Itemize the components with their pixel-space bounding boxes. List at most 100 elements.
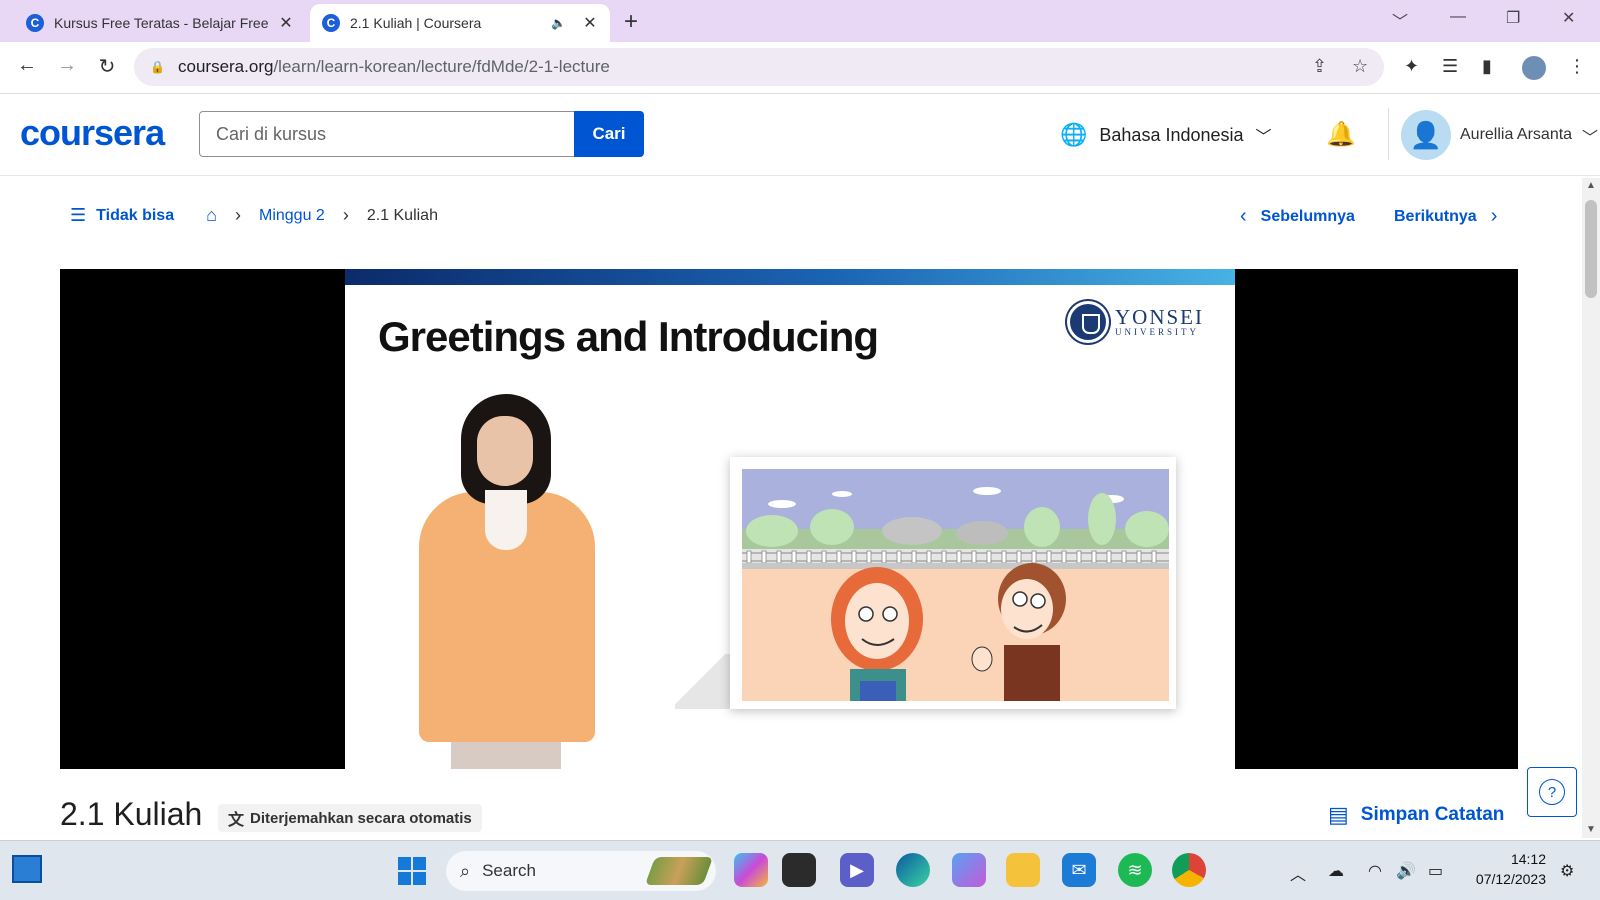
tab-search-chevron-icon[interactable]: ﹀ — [1392, 8, 1408, 32]
new-tab-button[interactable]: + — [624, 8, 638, 36]
chevron-right-icon: › — [342, 205, 349, 225]
slide-title: Greetings and Introducing — [378, 313, 879, 360]
coursera-favicon-icon: C — [26, 14, 44, 32]
save-notes-label: Simpan Catatan — [1360, 804, 1505, 825]
yonsei-logo: YONSEI UNIVERSITY — [1067, 301, 1204, 343]
chevron-right-icon: › — [234, 205, 241, 225]
tab-title: 2.1 Kuliah | Coursera — [350, 15, 482, 31]
page-scrollbar[interactable]: ▲ ▼ — [1582, 178, 1600, 838]
notifications-icon[interactable]: ⚙ — [1560, 861, 1574, 881]
browser-tab-lecture[interactable]: C 2.1 Kuliah | Coursera 🔈 ✕ — [310, 4, 610, 42]
home-icon[interactable]: ⌂ — [206, 205, 217, 226]
chevron-down-icon[interactable]: ﹀ — [1582, 124, 1598, 148]
lock-icon: 🔒 — [150, 60, 165, 74]
search-icon: ⌕ — [460, 860, 471, 881]
yonsei-seal-icon — [1067, 301, 1109, 343]
file-explorer-icon[interactable] — [1006, 853, 1040, 887]
logo-line-1: YONSEI — [1115, 305, 1204, 329]
bookmark-star-icon[interactable]: ☆ — [1352, 56, 1368, 77]
onedrive-cloud-icon[interactable]: ☁ — [1328, 861, 1344, 881]
speaker-icon[interactable]: 🔈 — [551, 16, 566, 30]
windows-taskbar: ⌕ Search ▶ ✉ ≋ ︿ ☁ ◠ 🔊 ▭ 14:12 07/12/202… — [0, 840, 1600, 900]
user-avatar[interactable]: 👤 — [1401, 110, 1451, 160]
notifications-bell-icon[interactable]: 🔔 — [1326, 120, 1356, 149]
previous-button[interactable]: ‹ Sebelumnya — [1240, 205, 1355, 228]
system-clock[interactable]: 14:12 07/12/2023 — [1462, 849, 1546, 889]
coursera-logo[interactable]: coursera — [20, 112, 165, 154]
wifi-icon[interactable]: ◠ — [1368, 861, 1382, 881]
scroll-down-icon[interactable]: ▼ — [1586, 824, 1596, 835]
breadcrumb-current: 2.1 Kuliah — [366, 206, 438, 224]
course-search-input[interactable] — [199, 111, 575, 157]
profile-avatar[interactable] — [1520, 54, 1548, 82]
course-menu-toggle[interactable]: ☰ Tidak bisa — [70, 205, 174, 226]
auto-translated-label: Diterjemahkan secara otomatis — [250, 809, 472, 827]
lecture-title: 2.1 Kuliah — [60, 796, 203, 832]
side-panel-icon[interactable]: ▮ — [1482, 56, 1492, 77]
chevron-down-icon: ﹀ — [1255, 129, 1272, 146]
list-menu-icon: ☰ — [70, 205, 87, 225]
edge-browser-icon[interactable] — [896, 853, 930, 887]
windows-start-icon[interactable] — [398, 857, 426, 885]
taskbar-search[interactable]: ⌕ Search — [446, 851, 716, 891]
video-player[interactable]: Greetings and Introducing YONSEI UNIVERS… — [60, 269, 1518, 769]
copilot-icon[interactable] — [734, 853, 768, 887]
spotify-icon[interactable]: ≋ — [1118, 853, 1152, 887]
browser-toolbar: ← → ↻ 🔒 coursera.org/learn/learn-korean/… — [0, 42, 1600, 94]
chrome-icon[interactable] — [1172, 853, 1206, 887]
next-label: Berikutnya — [1394, 207, 1477, 225]
breadcrumb-week[interactable]: Minggu 2 — [259, 207, 325, 225]
menu-toggle-label: Tidak bisa — [96, 206, 175, 224]
language-label: Bahasa Indonesia — [1099, 124, 1244, 145]
header-divider — [1388, 108, 1389, 160]
mail-icon[interactable]: ✉ — [1062, 853, 1096, 887]
terminal-app-icon[interactable] — [782, 853, 816, 887]
tab-title: Kursus Free Teratas - Belajar Free — [54, 15, 269, 31]
scroll-up-icon[interactable]: ▲ — [1586, 180, 1596, 191]
globe-icon: 🌐 — [1060, 122, 1088, 147]
copilot-app-icon[interactable] — [952, 853, 986, 887]
save-notes-button[interactable]: ▤ Simpan Catatan — [1328, 802, 1504, 828]
browser-tab-courses[interactable]: C Kursus Free Teratas - Belajar Free ✕ — [14, 4, 306, 42]
address-bar[interactable]: 🔒 coursera.org/learn/learn-korean/lectur… — [134, 48, 1384, 86]
browser-tab-strip: C Kursus Free Teratas - Belajar Free ✕ C… — [0, 0, 1600, 42]
back-arrow-icon[interactable]: ← — [14, 54, 40, 77]
url-text: coursera.org/learn/learn-korean/lecture/… — [178, 57, 610, 76]
battery-icon[interactable]: ▭ — [1428, 861, 1443, 881]
more-menu-icon[interactable]: ⋮ — [1568, 56, 1586, 77]
tray-chevron-up-icon[interactable]: ︿ — [1290, 861, 1306, 885]
restore-icon[interactable]: ❐ — [1506, 8, 1520, 28]
chevron-right-icon: › — [1490, 205, 1498, 227]
auto-translated-badge[interactable]: 文 Diterjemahkan secara otomatis — [218, 804, 482, 832]
window-close-icon[interactable]: ✕ — [1562, 8, 1575, 28]
extensions-puzzle-icon[interactable]: ✦ — [1404, 56, 1419, 77]
translate-icon: 文 — [228, 812, 245, 829]
user-name[interactable]: Aurellia Arsanta — [1460, 126, 1572, 144]
presenter-image — [415, 394, 615, 769]
widgets-icon[interactable] — [12, 855, 42, 883]
help-button[interactable]: ? — [1527, 767, 1577, 817]
next-button[interactable]: Berikutnya › — [1394, 205, 1497, 228]
teams-icon[interactable]: ▶ — [840, 853, 874, 887]
minimize-icon[interactable]: — — [1450, 8, 1466, 26]
close-tab-icon[interactable]: ✕ — [276, 13, 296, 33]
lecture-slide: Greetings and Introducing YONSEI UNIVERS… — [345, 269, 1235, 769]
search-highlight-art — [644, 857, 714, 885]
reload-icon[interactable]: ↻ — [94, 54, 120, 79]
notes-document-icon: ▤ — [1328, 802, 1349, 827]
previous-label: Sebelumnya — [1260, 207, 1355, 225]
scrollbar-thumb[interactable] — [1585, 200, 1597, 298]
cartoon-illustration — [730, 457, 1176, 709]
forward-arrow-icon[interactable]: → — [54, 54, 80, 77]
close-tab-icon[interactable]: ✕ — [580, 13, 600, 33]
media-queue-icon[interactable]: ☰ — [1442, 56, 1458, 77]
search-button[interactable]: Cari — [574, 111, 644, 157]
clock-time: 14:12 — [1510, 851, 1546, 867]
volume-icon[interactable]: 🔊 — [1396, 861, 1416, 881]
logo-line-2: UNIVERSITY — [1115, 327, 1199, 337]
help-question-icon: ? — [1539, 779, 1565, 805]
chevron-left-icon: ‹ — [1240, 205, 1247, 227]
clock-date: 07/12/2023 — [1475, 871, 1546, 887]
language-selector[interactable]: 🌐 Bahasa Indonesia ﹀ — [1060, 122, 1272, 148]
share-icon[interactable]: ⇪ — [1312, 56, 1327, 77]
